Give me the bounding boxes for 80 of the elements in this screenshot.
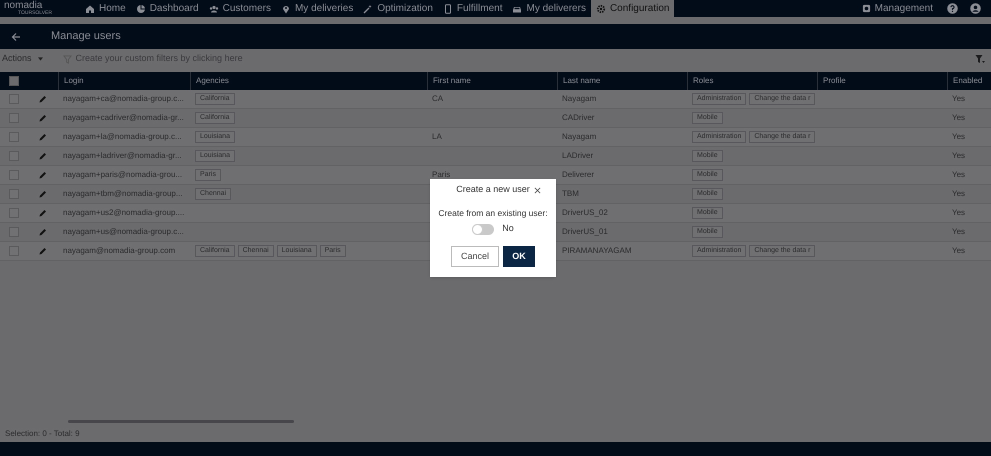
house-icon xyxy=(85,4,95,14)
page-title: Manage users xyxy=(51,29,121,44)
column-header[interactable]: Agencies xyxy=(196,75,229,87)
pencil-icon[interactable] xyxy=(39,152,47,160)
people-icon xyxy=(208,4,219,14)
cancel-button[interactable]: Cancel xyxy=(451,246,499,267)
dialog-label: Create from an existing user: xyxy=(438,206,548,220)
table-cell: Yes xyxy=(952,112,966,124)
column-header[interactable]: Profile xyxy=(823,75,846,87)
pencil-icon[interactable] xyxy=(39,228,47,236)
toggle-switch[interactable] xyxy=(472,224,494,234)
table-cell: CA xyxy=(432,93,444,105)
table-cell: DriverUS_01 xyxy=(562,226,608,238)
table-cell: Yes xyxy=(952,169,966,181)
pencil-icon[interactable] xyxy=(39,190,47,198)
filter-icon xyxy=(62,54,72,64)
gear-icon xyxy=(596,4,606,14)
column-header[interactable]: Login xyxy=(64,75,84,87)
table-cell: Deliverer xyxy=(562,169,594,181)
magic-wand-icon xyxy=(363,4,374,14)
filter-icon[interactable] xyxy=(975,54,985,64)
nav-tab[interactable]: My deliverers xyxy=(507,0,591,17)
table-cell: nayagam+ladriver@nomadia-gr... xyxy=(63,150,182,162)
table-cell: LA xyxy=(432,131,442,143)
close-icon[interactable] xyxy=(534,187,541,194)
table-cell: Yes xyxy=(952,150,966,162)
back-arrow-icon[interactable] xyxy=(11,32,21,42)
table-cell: nayagam+us2@nomadia-group.... xyxy=(63,207,184,219)
caret-icon xyxy=(38,57,43,61)
table-cell: CADriver xyxy=(562,112,594,124)
table-cell: nayagam@nomadia-group.com xyxy=(63,245,176,257)
table-cell: TBM xyxy=(562,188,579,200)
column-header[interactable]: Roles xyxy=(693,75,714,87)
pencil-icon[interactable] xyxy=(39,247,47,255)
gear-icon xyxy=(862,4,871,13)
scrollbar[interactable] xyxy=(68,420,294,422)
status-text: Selection: 0 - Total: 9 xyxy=(4,428,81,440)
pie-chart-icon xyxy=(136,4,146,14)
nav-tab[interactable]: Fulfillment xyxy=(438,0,508,17)
pencil-icon[interactable] xyxy=(39,114,47,122)
pencil-icon[interactable] xyxy=(39,209,47,217)
nav-tab[interactable]: Dashboard xyxy=(130,0,204,17)
table-cell: nayagam+us@nomadia-group.c... xyxy=(63,226,184,238)
table-cell: Nayagam xyxy=(562,93,596,105)
table-cell: Paris xyxy=(432,169,450,181)
table-cell: Yes xyxy=(952,207,966,219)
user-icon[interactable] xyxy=(970,3,981,14)
table-cell: Nayagam xyxy=(562,131,596,143)
table-cell: nayagam+la@nomadia-group.c... xyxy=(63,131,182,143)
table-cell: nayagam+tbm@nomadia-group... xyxy=(63,188,183,200)
table-cell: Yes xyxy=(952,93,966,105)
table-cell: Yes xyxy=(952,245,966,257)
select-all-checkbox[interactable] xyxy=(9,76,19,86)
table-cell: nayagam+cadriver@nomadia-gr... xyxy=(63,112,184,124)
nav-tab[interactable]: Home xyxy=(80,0,131,17)
column-header[interactable]: First name xyxy=(433,75,471,87)
table-cell: Yes xyxy=(952,131,966,143)
pencil-icon[interactable] xyxy=(39,133,47,141)
table-cell: Yes xyxy=(952,226,966,238)
pencil-icon[interactable] xyxy=(39,171,47,179)
help-icon[interactable] xyxy=(947,3,958,14)
phone-icon xyxy=(442,4,453,14)
table-cell: Yes xyxy=(952,188,966,200)
table-cell: nayagam+ca@nomadia-group.c... xyxy=(63,93,184,105)
column-header[interactable]: Last name xyxy=(563,75,600,87)
pin-icon xyxy=(280,4,291,14)
table-cell: PIRAMANAYAGAM xyxy=(562,245,632,257)
table-cell: LADriver xyxy=(562,150,594,162)
nav-tab[interactable]: Customers xyxy=(204,0,276,17)
table-cell: DriverUS_02 xyxy=(562,207,608,219)
nav-tab[interactable]: Optimization xyxy=(358,0,438,17)
ok-button[interactable]: OK xyxy=(503,246,535,267)
toggle-label: No xyxy=(502,222,514,236)
table-cell: nayagam+paris@nomadia-grou... xyxy=(63,169,182,181)
nav-tab[interactable]: My deliveries xyxy=(276,0,358,17)
dialog-title: Create a new user xyxy=(456,183,530,196)
nav-tab[interactable]: Configuration xyxy=(590,0,674,17)
column-header[interactable]: Enabled xyxy=(953,75,982,87)
pencil-icon[interactable] xyxy=(39,95,47,103)
management-link[interactable]: Management xyxy=(862,0,933,17)
